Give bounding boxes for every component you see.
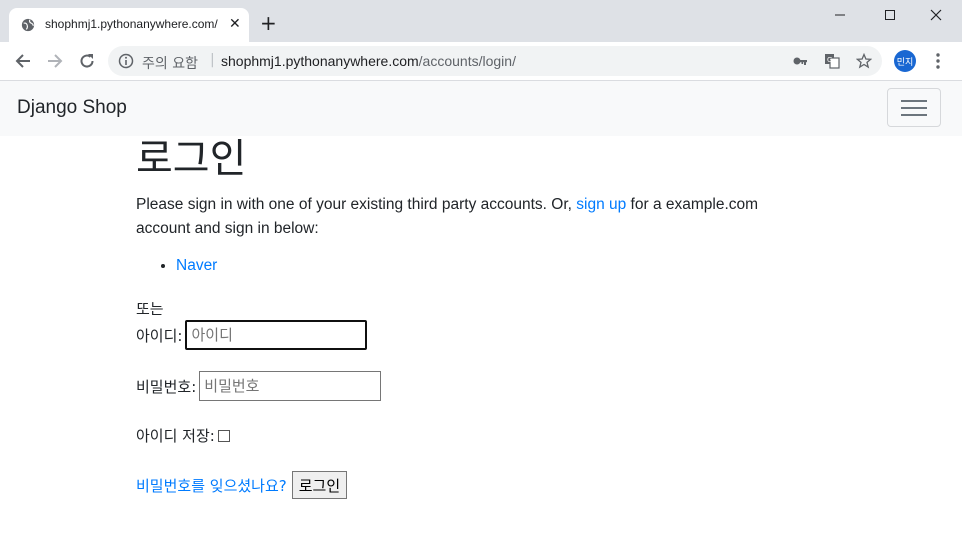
login-submit-button[interactable]: 로그인 xyxy=(291,471,348,499)
browser-tabstrip: shophmj1.pythonanywhere.com/ ✕ + xyxy=(0,0,962,42)
hamburger-icon-bar xyxy=(901,114,927,116)
minimize-icon xyxy=(835,14,845,16)
url-path: /accounts/login/ xyxy=(418,53,516,69)
close-window-button[interactable] xyxy=(913,0,959,30)
remember-row: 아이디 저장: xyxy=(136,425,230,446)
forgot-password-link[interactable]: 비밀번호를 잊으셨나요? xyxy=(136,475,287,496)
minimize-button[interactable] xyxy=(817,0,863,30)
info-icon[interactable] xyxy=(118,53,134,69)
back-button[interactable] xyxy=(13,51,33,71)
globe-icon xyxy=(21,18,35,32)
remember-label: 아이디 저장: xyxy=(136,427,215,445)
intro-text-before: Please sign in with one of your existing… xyxy=(136,196,577,213)
security-status[interactable]: 주의 요함 xyxy=(142,53,198,73)
hamburger-icon-bar xyxy=(901,100,927,102)
key-icon[interactable] xyxy=(792,53,808,69)
social-provider-list: Naver xyxy=(136,257,217,275)
svg-text:G: G xyxy=(827,56,832,64)
star-icon[interactable] xyxy=(856,53,872,69)
hamburger-icon-bar xyxy=(901,107,927,109)
login-intro: Please sign in with one of your existing… xyxy=(136,193,796,241)
page-title: 로그인 xyxy=(136,136,247,182)
username-label: 아이디: xyxy=(136,326,183,345)
url-separator: | xyxy=(210,52,215,68)
signup-link[interactable]: sign up xyxy=(576,196,626,213)
username-input[interactable] xyxy=(185,320,368,350)
forward-icon xyxy=(48,54,63,68)
naver-login-link[interactable]: Naver xyxy=(176,257,217,274)
profile-avatar[interactable]: 민지 xyxy=(894,50,916,72)
forward-button[interactable] xyxy=(45,51,65,71)
navbar-toggle-button[interactable] xyxy=(887,88,941,127)
browser-tab[interactable]: shophmj1.pythonanywhere.com/ ✕ xyxy=(9,8,249,42)
maximize-icon xyxy=(885,10,895,20)
remember-checkbox[interactable] xyxy=(217,429,230,442)
actions-row: 비밀번호를 잊으셨나요? 로그인 xyxy=(136,471,348,499)
close-icon xyxy=(930,9,942,21)
address-bar[interactable]: 주의 요함 | shophmj1.pythonanywhere.com/acco… xyxy=(108,46,882,76)
or-divider-text: 또는 xyxy=(136,300,164,318)
new-tab-button[interactable]: + xyxy=(260,13,277,33)
list-item: Naver xyxy=(176,257,217,275)
tab-title: shophmj1.pythonanywhere.com/ xyxy=(45,17,218,31)
username-row: 아이디: xyxy=(136,320,368,350)
password-row: 비밀번호: xyxy=(136,371,382,401)
maximize-button[interactable] xyxy=(867,0,913,30)
tab-close-button[interactable]: ✕ xyxy=(229,16,241,32)
site-navbar: Django Shop xyxy=(0,81,962,136)
browser-toolbar: 주의 요함 | shophmj1.pythonanywhere.com/acco… xyxy=(0,42,962,81)
password-input[interactable] xyxy=(199,371,382,401)
translate-icon[interactable]: G xyxy=(824,53,840,69)
brand-link[interactable]: Django Shop xyxy=(17,97,127,119)
reload-icon xyxy=(80,54,94,68)
reload-button[interactable] xyxy=(77,51,97,71)
url-text[interactable]: shophmj1.pythonanywhere.com/accounts/log… xyxy=(221,53,516,69)
menu-icon[interactable] xyxy=(930,52,946,70)
password-label: 비밀번호: xyxy=(136,377,197,396)
back-icon xyxy=(15,54,30,68)
url-host: shophmj1.pythonanywhere.com xyxy=(221,53,419,69)
